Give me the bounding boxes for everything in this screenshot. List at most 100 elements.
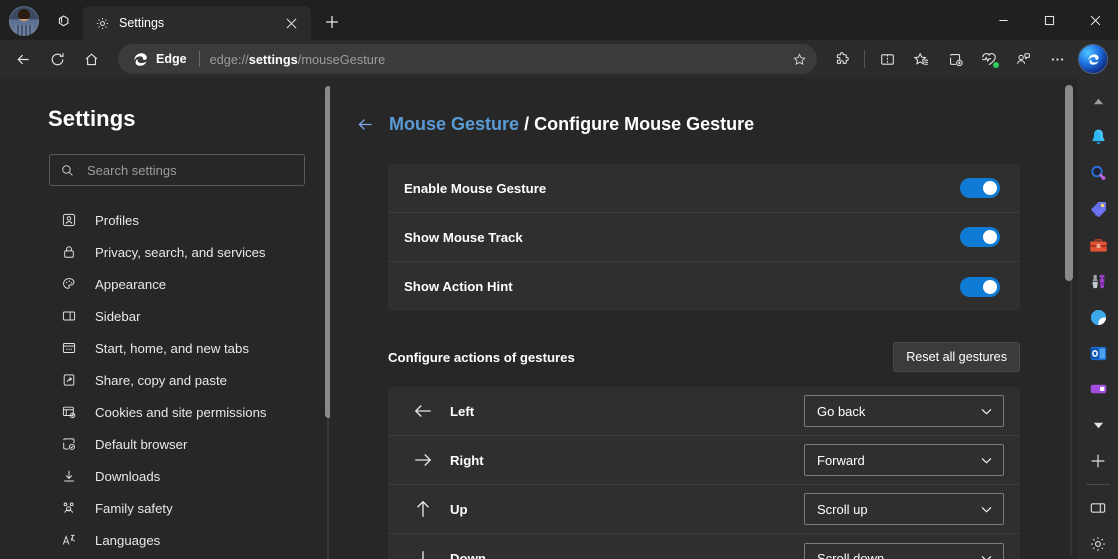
- sidebar-item-label: Start, home, and new tabs: [95, 341, 249, 356]
- home-icon[interactable]: [74, 44, 108, 74]
- sidebar-item-default-browser[interactable]: Default browser: [0, 428, 330, 460]
- gesture-row-left: Left Go back: [388, 387, 1020, 436]
- search-settings-input[interactable]: Search settings: [49, 154, 305, 186]
- gesture-row-down: Down Scroll down: [388, 534, 1020, 559]
- gear-icon: [95, 16, 110, 31]
- split-screen-icon[interactable]: [870, 44, 904, 74]
- chevron-up-icon[interactable]: [1081, 84, 1115, 118]
- more-app-icon[interactable]: [1081, 372, 1115, 406]
- notifications-icon[interactable]: [1081, 120, 1115, 154]
- refresh-icon[interactable]: [40, 44, 74, 74]
- settings-sidebar: Settings Search settings Profiles: [0, 78, 330, 559]
- family-icon: [60, 500, 77, 517]
- show-mouse-track-toggle[interactable]: [960, 227, 1000, 247]
- edge-brand-chip: Edge: [132, 51, 187, 68]
- designer-icon[interactable]: [1081, 300, 1115, 334]
- gesture-direction-label: Right: [450, 453, 788, 468]
- toggle-label: Show Mouse Track: [404, 230, 960, 245]
- tools-icon[interactable]: [1081, 228, 1115, 262]
- extensions-icon[interactable]: [825, 44, 859, 74]
- sidebar-item-profiles[interactable]: Profiles: [0, 204, 330, 236]
- collections-icon[interactable]: [938, 44, 972, 74]
- toolbar-divider: [864, 50, 865, 68]
- toggle-label: Show Action Hint: [404, 279, 960, 294]
- rail-divider: [1086, 484, 1110, 485]
- sidebar-item-privacy[interactable]: Privacy, search, and services: [0, 236, 330, 268]
- palette-icon: [60, 276, 77, 293]
- lock-icon: [60, 244, 77, 261]
- status-badge: [993, 62, 999, 68]
- gesture-action-select-up[interactable]: Scroll up: [804, 493, 1004, 525]
- selected-action: Go back: [817, 404, 980, 419]
- copilot-button[interactable]: [1076, 42, 1110, 76]
- shopping-tag-icon[interactable]: [1081, 192, 1115, 226]
- close-button[interactable]: [1072, 0, 1118, 40]
- sidebar-item-sidebar[interactable]: Sidebar: [0, 300, 330, 332]
- sidebar-item-label: Cookies and site permissions: [95, 405, 267, 420]
- arrow-down-icon: [412, 548, 434, 559]
- sidebar-item-label: Privacy, search, and services: [95, 245, 266, 260]
- sidebar-item-label: Sidebar: [95, 309, 140, 324]
- show-action-hint-toggle[interactable]: [960, 277, 1000, 297]
- back-arrow-icon[interactable]: [356, 115, 375, 134]
- sidebar-item-share-copy-paste[interactable]: Share, copy and paste: [0, 364, 330, 396]
- add-app-icon[interactable]: [1081, 444, 1115, 478]
- arrow-right-icon: [412, 449, 434, 471]
- tab-actions-icon[interactable]: [47, 5, 81, 37]
- sidebar-item-label: Share, copy and paste: [95, 373, 227, 388]
- maximize-button[interactable]: [1026, 0, 1072, 40]
- reset-all-gestures-button[interactable]: Reset all gestures: [893, 342, 1020, 372]
- omnibox-divider: [199, 51, 200, 67]
- sidebar-item-family-safety[interactable]: Family safety: [0, 492, 330, 524]
- share-icon[interactable]: [1006, 44, 1040, 74]
- window-icon: [60, 340, 77, 357]
- copilot-icon: [1079, 45, 1107, 73]
- tab-title: Settings: [119, 16, 270, 30]
- gesture-action-select-right[interactable]: Forward: [804, 444, 1004, 476]
- gesture-action-select-left[interactable]: Go back: [804, 395, 1004, 427]
- sidebar-item-start-home-newtabs[interactable]: Start, home, and new tabs: [0, 332, 330, 364]
- chevron-down-icon[interactable]: [1081, 408, 1115, 442]
- back-arrow-icon[interactable]: [6, 44, 40, 74]
- address-bar[interactable]: Edge edge://settings/mouseGesture: [118, 44, 817, 74]
- row-enable-mouse-gesture: Enable Mouse Gesture: [388, 164, 1020, 213]
- sidebar-item-appearance[interactable]: Appearance: [0, 268, 330, 300]
- sidebar-item-label: Family safety: [95, 501, 173, 516]
- languages-icon: [60, 532, 77, 549]
- tab-close-icon[interactable]: [279, 11, 303, 35]
- games-icon[interactable]: [1081, 264, 1115, 298]
- arrow-left-icon: [412, 400, 434, 422]
- new-tab-button[interactable]: [317, 7, 347, 37]
- browser-split-icon[interactable]: [1081, 491, 1115, 525]
- favorites-icon[interactable]: [904, 44, 938, 74]
- sidebar-icon: [60, 308, 77, 325]
- sidebar-item-languages[interactable]: Languages: [0, 524, 330, 556]
- enable-mouse-gesture-toggle[interactable]: [960, 178, 1000, 198]
- selected-action: Scroll down: [817, 551, 980, 559]
- content-scrollbar-thumb[interactable]: [1065, 85, 1073, 281]
- chevron-down-icon: [980, 405, 993, 418]
- search-icon[interactable]: [1081, 156, 1115, 190]
- outlook-icon[interactable]: [1081, 336, 1115, 370]
- sidebar-item-downloads[interactable]: Downloads: [0, 460, 330, 492]
- row-show-action-hint: Show Action Hint: [388, 262, 1020, 311]
- minimize-button[interactable]: [980, 0, 1026, 40]
- browser-essentials-icon[interactable]: [972, 44, 1006, 74]
- browser-tab[interactable]: Settings: [83, 6, 311, 40]
- breadcrumb-parent-link[interactable]: Mouse Gesture: [389, 114, 519, 134]
- selected-action: Scroll up: [817, 502, 980, 517]
- arrow-up-icon: [412, 498, 434, 520]
- sidebar-settings-icon[interactable]: [1081, 527, 1115, 559]
- sidebar-item-label: Default browser: [95, 437, 187, 452]
- gesture-row-up: Up Scroll up: [388, 485, 1020, 534]
- search-placeholder: Search settings: [87, 163, 177, 178]
- mouse-gesture-toggle-card: Enable Mouse Gesture Show Mouse Track Sh…: [388, 164, 1020, 311]
- edge-browser-window: Settings: [0, 0, 1118, 559]
- breadcrumb: Mouse Gesture / Configure Mouse Gesture: [356, 114, 1078, 135]
- gesture-actions-card: Left Go back Right Forward: [388, 387, 1020, 559]
- profile-avatar[interactable]: [9, 6, 39, 36]
- settings-and-more-icon[interactable]: [1040, 44, 1074, 74]
- star-icon[interactable]: [785, 46, 813, 72]
- sidebar-item-cookies[interactable]: Cookies and site permissions: [0, 396, 330, 428]
- gesture-action-select-down[interactable]: Scroll down: [804, 543, 1004, 559]
